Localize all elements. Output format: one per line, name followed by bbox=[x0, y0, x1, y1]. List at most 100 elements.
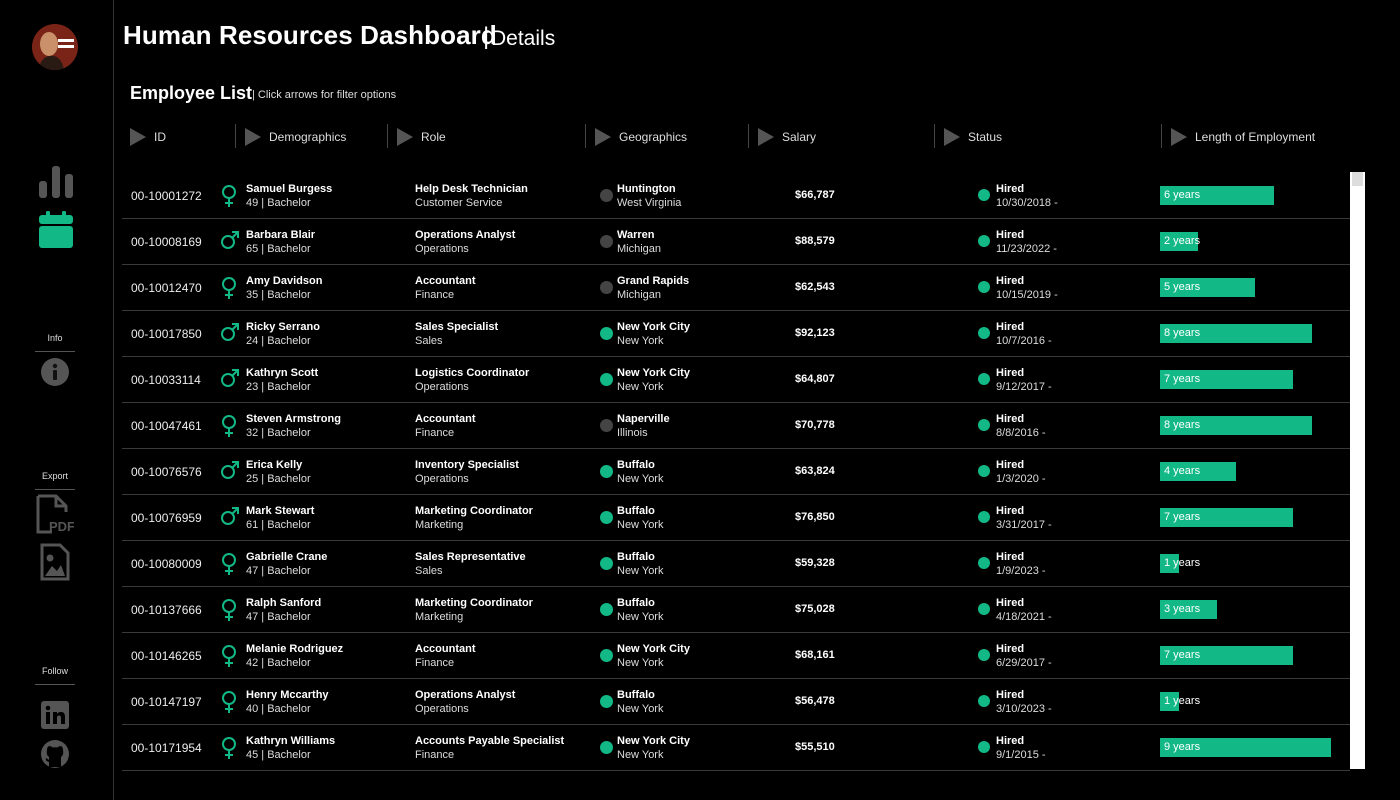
employee-status: Hired 10/30/2018 - bbox=[996, 182, 1058, 210]
city: Warren bbox=[617, 229, 655, 241]
table-row[interactable]: 00-10001272 Samuel Burgess 49 | Bachelor He… bbox=[122, 173, 1350, 219]
employee-name: Melanie Rodriguez bbox=[246, 643, 344, 655]
filter-arrow-icon[interactable] bbox=[595, 128, 611, 146]
department: Operations bbox=[415, 243, 469, 255]
employee-status: Hired 10/7/2016 - bbox=[996, 320, 1052, 348]
employee-demographics: Amy Davidson 35 | Bachelor bbox=[246, 274, 322, 302]
employee-name: Mark Stewart bbox=[246, 505, 315, 517]
column-header-geographics[interactable]: Geographics bbox=[595, 124, 687, 150]
table-row[interactable]: 00-10171954 Kathryn Williams 45 | Bachelor… bbox=[122, 725, 1350, 771]
linkedin-icon[interactable] bbox=[41, 701, 69, 729]
employment-length-label: 5 years bbox=[1164, 281, 1201, 293]
employee-geographics: Warren Michigan bbox=[617, 228, 661, 256]
status-dot-icon bbox=[978, 419, 990, 431]
pdf-file-icon[interactable]: PDF bbox=[36, 494, 74, 534]
salary: $66,787 bbox=[795, 189, 835, 201]
salary: $55,510 bbox=[795, 741, 835, 753]
table-row[interactable]: 00-10047461 Steven Armstrong 32 | Bachelor… bbox=[122, 403, 1350, 449]
employee-status: Hired 9/12/2017 - bbox=[996, 366, 1052, 394]
status-label: Hired bbox=[996, 183, 1025, 195]
city: Buffalo bbox=[617, 459, 655, 471]
profile-avatar[interactable] bbox=[32, 24, 78, 70]
city: New York City bbox=[617, 321, 690, 333]
employee-demographics: Barbara Blair 65 | Bachelor bbox=[246, 228, 315, 256]
salary: $75,028 bbox=[795, 603, 835, 615]
employment-length-label: 9 years bbox=[1164, 741, 1201, 753]
geo-dot-icon bbox=[600, 235, 613, 248]
status-label: Hired bbox=[996, 551, 1025, 563]
table-row[interactable]: 00-10076576 Erica Kelly 25 | Bachelor Inven… bbox=[122, 449, 1350, 495]
column-header-demographics[interactable]: Demographics bbox=[245, 124, 346, 150]
female-icon bbox=[220, 414, 238, 441]
state: New York bbox=[617, 381, 664, 393]
scrollbar-thumb[interactable] bbox=[1352, 172, 1363, 186]
employee-id: 00-10147197 bbox=[131, 695, 202, 709]
employee-demographics: Melanie Rodriguez 42 | Bachelor bbox=[246, 642, 343, 670]
scrollbar[interactable] bbox=[1350, 172, 1365, 769]
department: Customer Service bbox=[415, 197, 503, 209]
column-header-salary[interactable]: Salary bbox=[758, 124, 816, 150]
hire-date: 3/10/2023 - bbox=[996, 703, 1052, 715]
info-icon[interactable] bbox=[40, 357, 70, 387]
status-label: Hired bbox=[996, 735, 1025, 747]
sidebar-follow-label: Follow bbox=[41, 666, 68, 676]
table-row[interactable]: 00-10146265 Melanie Rodriguez 42 | Bachelo… bbox=[122, 633, 1350, 679]
table-row[interactable]: 00-10017850 Ricky Serrano 24 | Bachelor Sal… bbox=[122, 311, 1350, 357]
employment-length-label: 3 years bbox=[1164, 603, 1201, 615]
filter-arrow-icon[interactable] bbox=[245, 128, 261, 146]
employee-role: Operations Analyst Operations bbox=[415, 688, 515, 716]
male-icon bbox=[220, 230, 240, 253]
table-row[interactable]: 00-10076959 Mark Stewart 61 | Bachelor Mark… bbox=[122, 495, 1350, 541]
column-header-role[interactable]: Role bbox=[397, 124, 446, 150]
status-label: Hired bbox=[996, 413, 1025, 425]
employee-id: 00-10017850 bbox=[131, 327, 202, 341]
city: New York City bbox=[617, 735, 690, 747]
salary: $64,807 bbox=[795, 373, 835, 385]
column-header-length-of-employment[interactable]: Length of Employment bbox=[1171, 124, 1315, 150]
filter-arrow-icon[interactable] bbox=[397, 128, 413, 146]
salary: $70,778 bbox=[795, 419, 835, 431]
table-row[interactable]: 00-10012470 Amy Davidson 35 | Bachelor Acco… bbox=[122, 265, 1350, 311]
employee-geographics: New York City New York bbox=[617, 320, 690, 348]
city: Naperville bbox=[617, 413, 670, 425]
employee-id: 00-10076576 bbox=[131, 465, 202, 479]
table-row[interactable]: 00-10080009 Gabrielle Crane 47 | Bachelor S… bbox=[122, 541, 1350, 587]
employee-geographics: Buffalo New York bbox=[617, 458, 663, 486]
city: Grand Rapids bbox=[617, 275, 690, 287]
table-row[interactable]: 00-10147197 Henry Mccarthy 40 | Bachelor Op… bbox=[122, 679, 1350, 725]
department: Finance bbox=[415, 427, 455, 439]
calendar-icon[interactable] bbox=[38, 211, 74, 249]
employee-age-education: 25 | Bachelor bbox=[246, 473, 311, 485]
filter-arrow-icon[interactable] bbox=[1171, 128, 1187, 146]
job-title: Accountant bbox=[415, 275, 476, 287]
table-row[interactable]: 00-10137666 Ralph Sanford 47 | Bachelor Mar… bbox=[122, 587, 1350, 633]
table-row[interactable]: 00-10033114 Kathryn Scott 23 | Bachelor Log… bbox=[122, 357, 1350, 403]
sidebar-info-label: Info bbox=[47, 333, 63, 343]
filter-arrow-icon[interactable] bbox=[130, 128, 146, 146]
employee-status: Hired 1/9/2023 - bbox=[996, 550, 1046, 578]
status-dot-icon bbox=[978, 373, 990, 385]
geo-dot-icon bbox=[600, 327, 613, 340]
job-title: Accountant bbox=[415, 413, 476, 425]
state: New York bbox=[617, 473, 664, 485]
column-header-id[interactable]: ID bbox=[130, 124, 166, 150]
employee-geographics: Buffalo New York bbox=[617, 688, 663, 716]
sidebar: Info Export PDF Follow bbox=[0, 0, 114, 800]
filter-arrow-icon[interactable] bbox=[944, 128, 960, 146]
employee-id: 00-10008169 bbox=[131, 235, 202, 249]
status-label: Hired bbox=[996, 597, 1025, 609]
image-file-icon[interactable] bbox=[40, 543, 70, 581]
employee-role: Logistics Coordinator Operations bbox=[415, 366, 529, 394]
column-header-status[interactable]: Status bbox=[944, 124, 1002, 150]
github-icon[interactable] bbox=[40, 739, 70, 769]
employee-role: Sales Specialist Sales bbox=[415, 320, 498, 348]
bar-chart-icon[interactable] bbox=[38, 165, 74, 199]
geo-dot-icon bbox=[600, 465, 613, 478]
city: New York City bbox=[617, 367, 690, 379]
employee-demographics: Gabrielle Crane 47 | Bachelor bbox=[246, 550, 327, 578]
hire-date: 11/23/2022 - bbox=[996, 243, 1057, 255]
filter-arrow-icon[interactable] bbox=[758, 128, 774, 146]
department: Sales bbox=[415, 565, 443, 577]
employee-name: Erica Kelly bbox=[246, 459, 303, 471]
table-row[interactable]: 00-10008169 Barbara Blair 65 | Bachelor Ope… bbox=[122, 219, 1350, 265]
